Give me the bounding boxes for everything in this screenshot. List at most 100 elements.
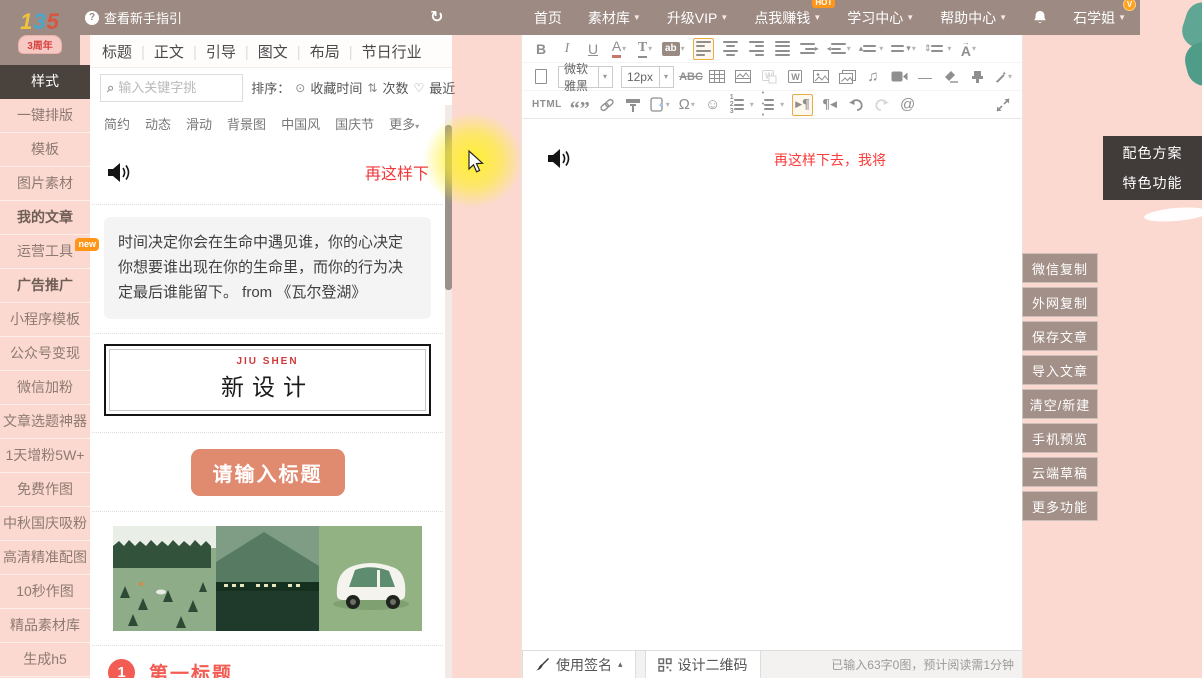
html-source-button[interactable]: HTML <box>532 94 562 116</box>
letter-spacing-button[interactable]: ⇕▾ <box>924 38 952 60</box>
insert-table-button[interactable] <box>708 66 726 88</box>
use-signature-button[interactable]: 使用签名 ▴ <box>522 651 636 678</box>
newbie-guide-link[interactable]: ? 查看新手指引 <box>85 8 182 27</box>
new-document-button[interactable] <box>532 66 550 88</box>
mobile-preview-button[interactable]: 手机预览 <box>1022 423 1098 453</box>
enter-title-button[interactable]: 请输入标题 <box>191 449 345 496</box>
sidebar-item-generate-h5[interactable]: 生成h5 <box>0 643 90 677</box>
tab-body[interactable]: 正文 <box>132 41 184 62</box>
insert-image-button[interactable] <box>812 66 830 88</box>
wechat-copy-button[interactable]: 微信复制 <box>1022 253 1098 283</box>
insert-video-button[interactable] <box>890 66 908 88</box>
align-left-button[interactable] <box>693 38 714 60</box>
nav-help-center[interactable]: 帮助中心▼ <box>940 8 1007 28</box>
filter-background[interactable]: 背景图 <box>227 114 266 133</box>
sidebar-item-one-click-layout[interactable]: 一键排版 <box>0 99 90 133</box>
nav-learning-center[interactable]: 学习中心▼ <box>847 8 914 28</box>
insert-music-button[interactable]: ♫ <box>864 66 882 88</box>
unordered-list-button[interactable]: •••▾ <box>762 94 784 116</box>
design-qrcode-button[interactable]: 设计二维码 <box>645 651 761 678</box>
import-word-button[interactable]: W <box>786 66 804 88</box>
filter-national-day[interactable]: 国庆节 <box>335 114 374 133</box>
text-direction-button[interactable]: →A▾ <box>959 38 977 60</box>
insert-multi-image-button[interactable] <box>838 66 856 88</box>
ordered-list-button[interactable]: 123▾ <box>730 94 754 116</box>
special-char-button[interactable]: Ω▾ <box>678 94 696 116</box>
sidebar-item-ad-promotion[interactable]: 广告推广 <box>0 269 90 303</box>
editor-content[interactable]: 再这样下去，我将 <box>522 119 1022 649</box>
fullscreen-button[interactable] <box>994 94 1012 116</box>
style-preview-image-van[interactable] <box>319 526 422 631</box>
outdent-button[interactable]: ◂▾ <box>827 38 851 60</box>
style-card-quote[interactable]: 时间决定你会在生命中遇见谁，你的心决定你想要谁出现在你的生命里，而你的行为决定最… <box>90 205 445 333</box>
style-search-input[interactable] <box>118 80 236 95</box>
sidebar-item-operation-tools[interactable]: 运营工具new <box>0 235 90 269</box>
sidebar-item-my-articles[interactable]: 我的文章 <box>0 201 90 235</box>
underline-button[interactable]: U <box>584 38 602 60</box>
style-card-audio-title[interactable]: 再这样下 <box>90 140 445 204</box>
sort-by-recent[interactable]: 最近 <box>429 78 455 97</box>
align-justify-button[interactable] <box>774 38 792 60</box>
panel-scrollbar[interactable] <box>445 105 452 678</box>
nav-material-library[interactable]: 素材库▼ <box>588 8 641 28</box>
blockquote-button[interactable]: “” <box>570 94 590 116</box>
tab-title[interactable]: 标题 <box>102 41 132 62</box>
format-brush-button[interactable] <box>968 66 986 88</box>
notification-bell-icon[interactable] <box>1033 10 1047 26</box>
app-logo[interactable]: 135 3周年 <box>0 0 80 65</box>
sidebar-item-10s-design[interactable]: 10秒作图 <box>0 575 90 609</box>
cloud-draft-button[interactable]: 云端草稿 <box>1022 457 1098 487</box>
magic-wand-button[interactable]: ▾ <box>994 66 1012 88</box>
filter-simple[interactable]: 简约 <box>104 114 130 133</box>
color-scheme-button[interactable]: 配色方案 <box>1103 138 1202 168</box>
style-card-title-button[interactable]: 请输入标题 <box>90 433 445 511</box>
emoji-button[interactable]: ☺ <box>704 94 722 116</box>
sidebar-item-free-design[interactable]: 免费作图 <box>0 473 90 507</box>
clear-new-button[interactable]: 清空/新建 <box>1022 389 1098 419</box>
sidebar-item-wechat-followers[interactable]: 微信加粉 <box>0 371 90 405</box>
horizontal-rule-button[interactable]: — <box>916 66 934 88</box>
nav-upgrade-vip[interactable]: 升级VIP▼ <box>667 8 729 28</box>
paragraph-spacing-button[interactable]: ▾▾ <box>891 38 916 60</box>
bold-button[interactable]: B <box>532 38 550 60</box>
filter-dynamic[interactable]: 动态 <box>145 114 171 133</box>
tab-image-text[interactable]: 图文 <box>236 41 288 62</box>
font-size-select[interactable]: 12px▾ <box>621 66 674 88</box>
sidebar-item-grow-fans[interactable]: 1天增粉5W+ <box>0 439 90 473</box>
sidebar-item-miniprogram-templates[interactable]: 小程序模板 <box>0 303 90 337</box>
indent-button[interactable]: ▸ <box>800 38 819 60</box>
insert-link-button[interactable] <box>598 94 616 116</box>
import-article-button[interactable]: 导入文章 <box>1022 355 1098 385</box>
text-style-button[interactable]: T▾ <box>636 38 654 60</box>
anchor-heading-button[interactable] <box>624 94 642 116</box>
external-copy-button[interactable]: 外网复制 <box>1022 287 1098 317</box>
sidebar-item-topic-tool[interactable]: 文章选题神器 <box>0 405 90 439</box>
user-menu[interactable]: 石学姐▼V <box>1073 8 1126 28</box>
align-center-button[interactable] <box>722 38 740 60</box>
tab-layout[interactable]: 布局 <box>288 41 340 62</box>
sidebar-item-festival-fans[interactable]: 中秋国庆吸粉 <box>0 507 90 541</box>
paragraph-ltr-button[interactable]: ▶¶ <box>792 94 812 116</box>
eraser-button[interactable] <box>942 66 960 88</box>
special-features-button[interactable]: 特色功能 <box>1103 168 1202 198</box>
at-mention-button[interactable]: @ <box>899 94 917 116</box>
font-color-button[interactable]: A▾ <box>610 38 628 60</box>
sidebar-item-image-material[interactable]: 图片素材 <box>0 167 90 201</box>
style-card-numbered-heading[interactable]: 1 第一标题 <box>90 646 445 678</box>
undo-button[interactable] <box>847 94 865 116</box>
italic-button[interactable]: I <box>558 38 576 60</box>
style-preview-image-mountain[interactable] <box>216 526 319 631</box>
sort-by-favorite-time[interactable]: 收藏时间 <box>310 78 362 97</box>
filter-sliding[interactable]: 滑动 <box>186 114 212 133</box>
sidebar-item-account-monetize[interactable]: 公众号变现 <box>0 337 90 371</box>
style-preview-image-forest[interactable] <box>113 526 216 631</box>
redo-button[interactable] <box>873 94 891 116</box>
filter-chinese-style[interactable]: 中国风 <box>281 114 320 133</box>
align-right-button[interactable] <box>748 38 766 60</box>
scrollbar-thumb[interactable] <box>445 125 452 290</box>
more-features-button[interactable]: 更多功能 <box>1022 491 1098 521</box>
font-family-select[interactable]: 微软雅黑▾ <box>558 66 613 88</box>
sidebar-item-templates[interactable]: 模板 <box>0 133 90 167</box>
paragraph-rtl-button[interactable]: ¶◀ <box>821 94 839 116</box>
highlight-button[interactable]: ab▾ <box>662 38 685 60</box>
